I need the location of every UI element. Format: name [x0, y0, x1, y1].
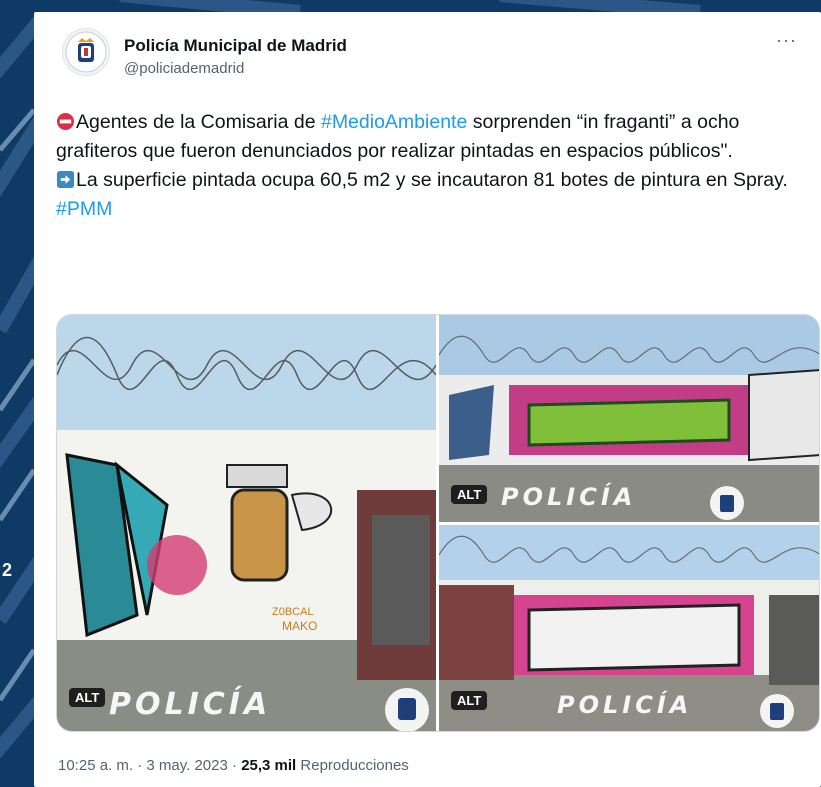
handle[interactable]: @policiademadrid: [124, 60, 244, 77]
photo-3[interactable]: ALT POLICÍA: [439, 525, 819, 731]
photo-1[interactable]: Z0BCAL MAKO ALT POLICÍA: [57, 315, 436, 731]
tweet-header: Policía Municipal de Madrid @policiadema…: [34, 12, 821, 92]
tweet-line1-text: Agentes de la Comisaria de: [76, 111, 321, 133]
tweet-text: Agentes de la Comisaria de #MedioAmbient…: [56, 108, 801, 224]
meta-separator: ·: [227, 757, 242, 774]
tweet-card[interactable]: Policía Municipal de Madrid @policiadema…: [34, 12, 821, 787]
display-name[interactable]: Policía Municipal de Madrid: [124, 36, 347, 56]
meta-separator: ·: [133, 757, 147, 774]
views-label: Reproducciones: [296, 757, 409, 774]
tweet-paragraph-1: Agentes de la Comisaria de #MedioAmbient…: [56, 108, 801, 166]
photo-2[interactable]: ALT POLICÍA: [439, 315, 819, 522]
watermark-1: POLICÍA: [109, 687, 272, 722]
tweet-line2-text: La superficie pintada ocupa 60,5 m2 y se…: [76, 169, 788, 191]
photo1-tag-z0bcal: Z0BCAL: [272, 606, 314, 618]
madrid-police-crest-icon: [65, 31, 107, 73]
views-count: 25,3 mil: [241, 757, 297, 774]
hashtag-pmm[interactable]: #PMM: [56, 198, 112, 220]
photo1-tag-mako: MAKO: [282, 619, 317, 633]
right-arrow-icon: [56, 170, 75, 189]
hashtag-medioambiente[interactable]: #MedioAmbiente: [321, 111, 467, 133]
tweet-meta: 10:25 a. m. · 3 may. 2023 · 25,3 mil Rep…: [58, 757, 409, 774]
avatar[interactable]: [62, 28, 110, 76]
tweet-date[interactable]: 3 may. 2023: [146, 757, 227, 774]
tweet-paragraph-3: #PMM: [56, 195, 801, 224]
more-options-icon[interactable]: ···: [776, 30, 797, 51]
watermark-2: POLICÍA: [501, 483, 637, 511]
media-grid: Z0BCAL MAKO ALT POLICÍA ALT POLICÍA ALT …: [56, 314, 820, 732]
watermark-3: POLICÍA: [557, 691, 693, 719]
tweet-paragraph-2: La superficie pintada ocupa 60,5 m2 y se…: [56, 166, 801, 195]
tweet-time[interactable]: 10:25 a. m.: [58, 757, 133, 774]
alt-badge-2[interactable]: ALT: [451, 485, 488, 504]
background-side-text: 2: [2, 560, 13, 580]
alt-badge-3[interactable]: ALT: [451, 691, 488, 710]
no-entry-icon: [56, 112, 75, 131]
alt-badge-1[interactable]: ALT: [69, 688, 106, 707]
